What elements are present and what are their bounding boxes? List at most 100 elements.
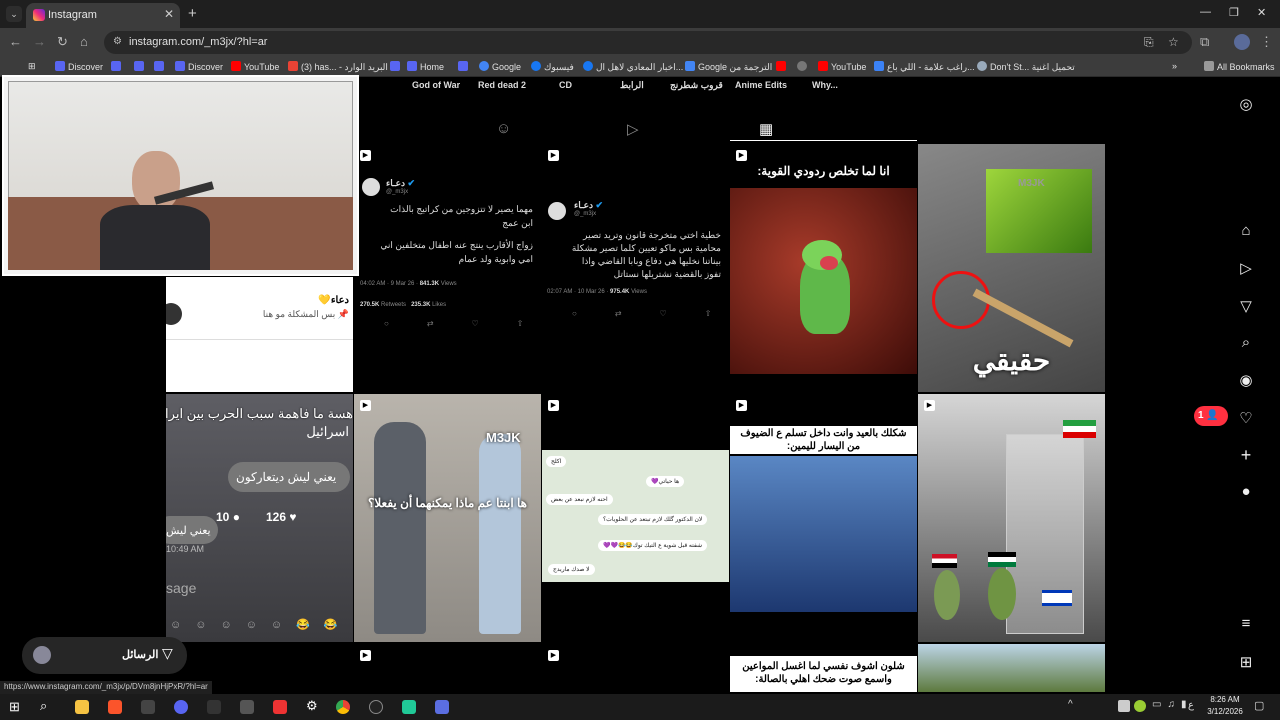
highlight-label[interactable]: Anime Edits bbox=[735, 80, 787, 90]
post-outdoor[interactable] bbox=[918, 644, 1105, 692]
language-indicator[interactable]: ع bbox=[1188, 700, 1194, 711]
highlight-label[interactable]: God of War bbox=[412, 80, 460, 90]
search-icon[interactable]: ⌕ bbox=[1236, 334, 1256, 351]
bookmark-gmail[interactable]: (3) has... - البريد الوارد bbox=[288, 61, 388, 73]
browser-tab[interactable]: Instagram ✕ bbox=[26, 3, 180, 28]
site-info-icon[interactable]: ⚙ bbox=[113, 36, 122, 47]
instagram-logo-icon[interactable]: ◎ bbox=[1236, 95, 1256, 113]
reload-icon[interactable]: ↻ bbox=[57, 34, 68, 50]
clock-date[interactable]: 3/12/2026 bbox=[1201, 707, 1249, 716]
search-icon[interactable]: ⌕ bbox=[40, 698, 54, 713]
obs-icon[interactable] bbox=[369, 700, 383, 714]
post-reel[interactable]: ▶ bbox=[542, 644, 729, 692]
bookmark-translate[interactable]: Google الترجمة من bbox=[685, 61, 772, 73]
tray-app-icon[interactable] bbox=[1134, 700, 1146, 712]
bookmark-google[interactable]: Google bbox=[479, 61, 521, 72]
post-tweet-1[interactable]: ▶ دعـاء ✔ @_m3jx مهما يصير لا تتزوجين من… bbox=[354, 144, 541, 392]
app-icon[interactable] bbox=[273, 700, 287, 714]
bookmark-star-icon[interactable]: ☆ bbox=[1168, 35, 1179, 49]
bookmark-discover[interactable]: Discover bbox=[55, 61, 103, 72]
more-menu-icon[interactable]: ≡ bbox=[1236, 615, 1256, 632]
tray-network-volume-battery-icons[interactable]: ▭♫▮ bbox=[1152, 699, 1192, 710]
bookmark-icon[interactable] bbox=[458, 61, 471, 72]
home-icon[interactable]: ⌂ bbox=[1236, 222, 1256, 239]
brave-icon[interactable] bbox=[108, 700, 122, 714]
back-icon[interactable]: ← bbox=[9, 34, 22, 49]
install-app-icon[interactable]: ⎘ bbox=[1144, 35, 1154, 50]
bookmark-youtube[interactable]: YouTube bbox=[231, 61, 279, 72]
new-tab-icon[interactable]: + bbox=[188, 5, 197, 22]
bookmark-globe-icon[interactable] bbox=[797, 61, 810, 72]
epic-games-icon[interactable] bbox=[141, 700, 155, 714]
bookmark-icon[interactable] bbox=[134, 61, 147, 72]
extensions-icon[interactable]: ⧉ bbox=[1200, 34, 1209, 50]
bookmark-home[interactable]: Home bbox=[407, 61, 444, 72]
post-reel[interactable]: ▶ bbox=[354, 644, 541, 692]
home-icon[interactable]: ⌂ bbox=[80, 34, 88, 49]
post-tweet-2[interactable]: ▶ دعـاء ✔ @_m3jx خطية اختي متخرجة قانون … bbox=[542, 144, 729, 392]
highlight-label[interactable]: CD bbox=[559, 80, 572, 90]
messages-button[interactable]: الرسائل ▽ bbox=[22, 637, 187, 674]
explore-icon[interactable]: ◉ bbox=[1236, 371, 1256, 389]
start-icon[interactable]: ⊞ bbox=[9, 699, 23, 714]
bookmark-youtube-icon[interactable] bbox=[776, 61, 789, 72]
profile-avatar-icon[interactable]: ● bbox=[1236, 483, 1256, 500]
tray-app-icon[interactable] bbox=[1118, 700, 1130, 712]
settings-icon[interactable]: ⚙ bbox=[306, 698, 320, 713]
address-bar[interactable]: ⚙ instagram.com/_m3jx/?hl=ar ⎘ ☆ bbox=[104, 31, 1192, 54]
highlight-label[interactable]: Why... bbox=[812, 80, 838, 90]
clock-time[interactable]: 8:26 AM bbox=[1205, 695, 1245, 704]
minimize-icon[interactable]: — bbox=[1200, 6, 1211, 18]
notification-center-icon[interactable]: ▢ bbox=[1254, 699, 1264, 712]
direct-messages-icon[interactable]: ▽ bbox=[1236, 297, 1256, 315]
capcut-icon[interactable] bbox=[240, 700, 254, 714]
all-bookmarks[interactable]: All Bookmarks bbox=[1204, 61, 1275, 72]
chrome-icon[interactable] bbox=[336, 700, 350, 714]
post-card[interactable]: دعاء💛 📌 بس المشكلة مو هنا bbox=[166, 277, 353, 392]
tab-search-icon[interactable]: ⌄ bbox=[6, 6, 22, 22]
post-chat[interactable]: هسة ما فاهمة سبب الحرب بين ايران اسرائيل… bbox=[166, 394, 353, 642]
bookmark-icon[interactable] bbox=[154, 61, 167, 72]
bookmarks-overflow-icon[interactable]: » bbox=[1172, 61, 1177, 71]
file-explorer-icon[interactable] bbox=[75, 700, 89, 714]
app-icon[interactable] bbox=[402, 700, 416, 714]
post-birds[interactable]: ▶ bbox=[918, 394, 1105, 642]
highlight-label[interactable]: Red dead 2 bbox=[478, 80, 526, 90]
tab-posts-grid-icon[interactable]: ▦ bbox=[759, 120, 773, 138]
forward-icon[interactable]: → bbox=[33, 34, 46, 49]
tray-expand-icon[interactable]: ^ bbox=[1068, 699, 1073, 710]
highlight-label[interactable]: قروب شطرنج bbox=[670, 80, 723, 91]
bookmark-icon[interactable] bbox=[390, 61, 403, 72]
m3jk-tag: M3JK bbox=[486, 430, 521, 445]
tab-tagged-icon[interactable]: ☺ bbox=[496, 120, 511, 137]
apps-grid-icon[interactable]: ⊞ bbox=[28, 61, 36, 72]
bookmark-ragheb[interactable]: راغب علامة - اللي باع... bbox=[874, 61, 975, 73]
post-frog[interactable]: ▶ انا لما تخلص ردودي القوية: bbox=[730, 144, 917, 392]
app-icon[interactable] bbox=[207, 700, 221, 714]
create-plus-icon[interactable]: + bbox=[1236, 445, 1256, 466]
highlight-label[interactable]: الرابط bbox=[620, 80, 644, 91]
post-real[interactable]: M3JK حقيقي bbox=[918, 144, 1105, 392]
menu-kebab-icon[interactable]: ⋮ bbox=[1260, 34, 1273, 50]
notifications-heart-icon[interactable]: ♡ bbox=[1236, 409, 1256, 427]
post-dishes[interactable]: شلون اشوف نفسي لما اغسل المواعين واسمع ص… bbox=[730, 644, 917, 692]
also-from-meta-icon[interactable]: ⊞ bbox=[1236, 653, 1256, 671]
discord-icon[interactable] bbox=[174, 700, 188, 714]
profile-avatar[interactable] bbox=[1234, 34, 1250, 50]
close-window-icon[interactable]: ✕ bbox=[1257, 6, 1266, 19]
post-eid[interactable]: ▶ شكلك بالعيد وانت داخل تسلم ع الضيوف من… bbox=[730, 394, 917, 642]
reels-icon[interactable]: ▷ bbox=[1236, 259, 1256, 277]
notification-badge[interactable]: 1 👤 bbox=[1194, 406, 1228, 426]
tab-reels-icon[interactable]: ▷ bbox=[627, 120, 639, 138]
bookmark-facebook-news[interactable]: اخبار المعادي لاهل ال... bbox=[583, 61, 683, 73]
app-icon[interactable] bbox=[435, 700, 449, 714]
post-m3jk[interactable]: ▶ M3JK ها ابنتا عم ماذا يمكنهما أن يفعلا… bbox=[354, 394, 541, 642]
tab-close-icon[interactable]: ✕ bbox=[164, 7, 174, 21]
restore-icon[interactable]: ❐ bbox=[1229, 6, 1239, 19]
post-whatsapp[interactable]: ▶ اكلج ها حياتي💜 احنه لازم نبعد عن بعض ل… bbox=[542, 394, 729, 642]
bookmark-facebook[interactable]: فيسبوك bbox=[531, 61, 574, 73]
bookmark-youtube[interactable]: YouTube bbox=[818, 61, 866, 72]
bookmark-icon[interactable] bbox=[111, 61, 124, 72]
bookmark-cloud[interactable]: Don't St... تحميل اغنية bbox=[977, 61, 1075, 73]
bookmark-discover[interactable]: Discover bbox=[175, 61, 223, 72]
